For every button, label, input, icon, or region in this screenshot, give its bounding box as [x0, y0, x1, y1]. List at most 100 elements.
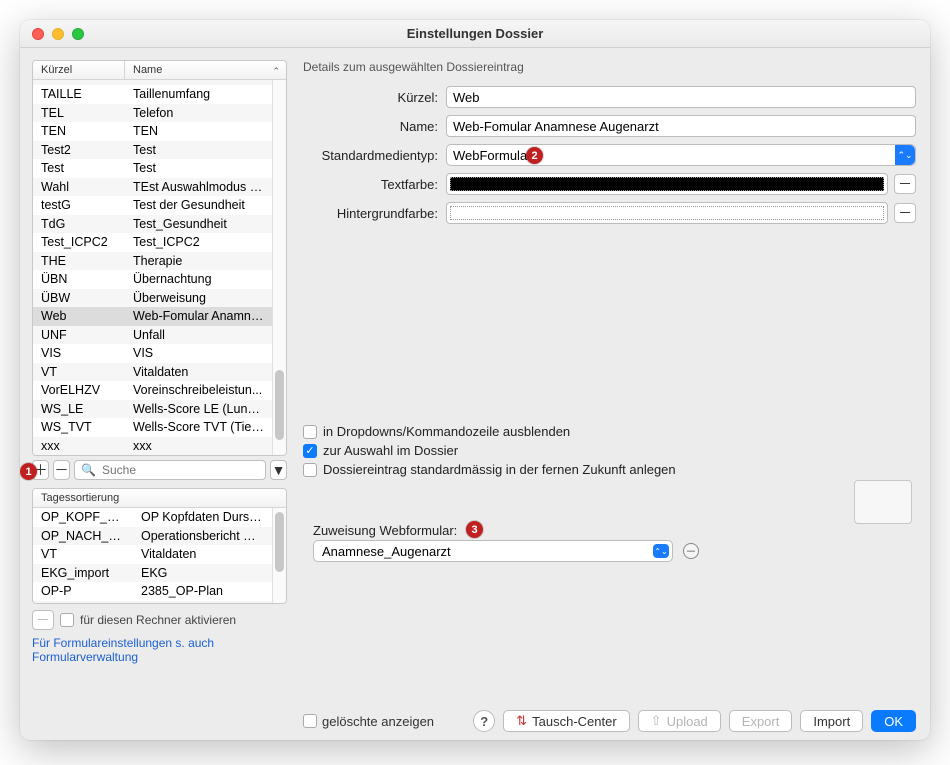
help-button[interactable]: ?: [473, 710, 495, 732]
input-name[interactable]: Web-Fomular Anamnese Augenarzt: [446, 115, 916, 137]
col-name[interactable]: Name ⌃: [125, 61, 286, 79]
scrollbar[interactable]: [272, 508, 286, 603]
cell-name: Voreinschreibeleistun...: [125, 381, 272, 400]
cell-name: Vitaldaten: [133, 545, 272, 564]
tausch-center-button[interactable]: ⇅ Tausch-Center: [503, 710, 629, 732]
cell-name: Wells-Score LE (Lung...: [125, 400, 272, 419]
table2-header[interactable]: Tagessortierung: [33, 489, 286, 508]
cell-name: Test_ICPC2: [125, 233, 272, 252]
table-header[interactable]: Kürzel Name ⌃: [33, 61, 286, 80]
zuweisung-remove-button[interactable]: －: [683, 543, 699, 559]
form-settings-link[interactable]: Für Formulareinstellungen s. auch Formul…: [32, 636, 287, 664]
import-button[interactable]: Import: [800, 710, 863, 732]
table-row[interactable]: TdGTest_Gesundheit: [33, 215, 272, 234]
table-row[interactable]: ÜBNÜbernachtung: [33, 270, 272, 289]
textcolor-clear-button[interactable]: －: [894, 174, 916, 194]
table-row[interactable]: Test2Test: [33, 141, 272, 160]
cell-name: Web-Fomular Anamne...: [125, 307, 272, 326]
table-row[interactable]: VISVIS: [33, 344, 272, 363]
cell-name: EKG: [133, 564, 272, 583]
table-row[interactable]: TELTelefon: [33, 104, 272, 123]
input-kuerzel[interactable]: Web: [446, 86, 916, 108]
cell-kuerzel: OPDokument...: [33, 601, 133, 604]
cell-kuerzel: testG: [33, 196, 125, 215]
table-row[interactable]: EKG_importEKG: [33, 564, 272, 583]
cell-name: Test: [125, 159, 272, 178]
cell-kuerzel: OP_KOPF_DU...: [33, 508, 133, 527]
cell-kuerzel: TdG: [33, 215, 125, 234]
table-row[interactable]: Test_ICPC2Test_ICPC2: [33, 233, 272, 252]
cell-name: Übernachtung: [125, 270, 272, 289]
cell-kuerzel: TAILLE: [33, 85, 125, 104]
col-kuerzel[interactable]: Kürzel: [33, 61, 125, 79]
cell-name: Test: [125, 141, 272, 160]
cell-kuerzel: VT: [33, 545, 133, 564]
table-row[interactable]: OP-P2385_OP-Plan: [33, 582, 272, 601]
table-row[interactable]: WebWeb-Fomular Anamne...: [33, 307, 272, 326]
table-row[interactable]: ÜBWÜberweisung: [33, 289, 272, 308]
hint-badge-3: 3: [466, 521, 483, 538]
checkbox-icon: ✓: [303, 444, 317, 458]
table-row[interactable]: VorELHZVVoreinschreibeleistun...: [33, 381, 272, 400]
search-field[interactable]: 🔍: [74, 460, 266, 480]
remove-sort-button[interactable]: －: [32, 610, 54, 630]
table-row[interactable]: OPDokument...OP_Dokumentation: [33, 601, 272, 604]
table-row[interactable]: xxxxxx: [33, 437, 272, 456]
cell-kuerzel: UNF: [33, 326, 125, 345]
filter-button[interactable]: ▼: [270, 460, 287, 480]
table-row[interactable]: TENTEN: [33, 122, 272, 141]
cell-kuerzel: Test_ICPC2: [33, 233, 125, 252]
window-title: Einstellungen Dossier: [20, 26, 930, 41]
search-icon: 🔍: [81, 463, 96, 477]
ok-button[interactable]: OK: [871, 710, 916, 732]
bgcolor-clear-button[interactable]: －: [894, 203, 916, 223]
upload-button[interactable]: ⇧ Upload: [638, 710, 721, 732]
activate-label: für diesen Rechner aktivieren: [80, 613, 236, 627]
table-row[interactable]: VTVitaldaten: [33, 363, 272, 382]
preview-thumbnail: [854, 480, 912, 524]
search-input[interactable]: [100, 462, 259, 478]
table-row[interactable]: WahlTEst Auswahlmodus C...: [33, 178, 272, 197]
table-row[interactable]: VTVitaldaten: [33, 545, 272, 564]
cell-kuerzel: xxx: [33, 437, 125, 456]
textcolor-well[interactable]: [446, 173, 888, 195]
cell-name: Vitaldaten: [125, 363, 272, 382]
cell-kuerzel: ÜBW: [33, 289, 125, 308]
check-hide-dropdown[interactable]: in Dropdowns/Kommandozeile ausblenden: [303, 424, 916, 439]
cell-kuerzel: OP-P: [33, 582, 133, 601]
select-medientyp[interactable]: WebFormular ⌃⌄: [446, 144, 916, 166]
cell-name: Test_Gesundheit: [125, 215, 272, 234]
bgcolor-well[interactable]: [446, 202, 888, 224]
cell-kuerzel: OP_NACH_D...: [33, 527, 133, 546]
label-kuerzel: Kürzel:: [303, 90, 438, 105]
settings-window: Einstellungen Dossier Kürzel Name ⌃ SUBS…: [20, 20, 930, 740]
check-dossier-select[interactable]: ✓ zur Auswahl im Dossier: [303, 443, 916, 458]
remove-button[interactable]: －: [53, 460, 70, 480]
table-row[interactable]: testGTest der Gesundheit: [33, 196, 272, 215]
table-row[interactable]: TAILLETaillenumfang: [33, 85, 272, 104]
cell-kuerzel: TEL: [33, 104, 125, 123]
table-row[interactable]: WS_TVTWells-Score TVT (Tief...: [33, 418, 272, 437]
cell-kuerzel: VIS: [33, 344, 125, 363]
label-hintergrund: Hintergrundfarbe:: [303, 206, 438, 221]
activate-checkbox[interactable]: [60, 613, 74, 627]
table-row[interactable]: UNFUnfall: [33, 326, 272, 345]
export-button[interactable]: Export: [729, 710, 793, 732]
chevron-updown-icon: ⌃⌄: [653, 544, 669, 558]
scrollbar[interactable]: [272, 80, 286, 455]
details-title: Details zum ausgewählten Dossiereintrag: [303, 60, 916, 74]
cell-name: VIS: [125, 344, 272, 363]
tagessortierung-table: Tagessortierung OP_KOPF_DU...OP Kopfdate…: [32, 488, 287, 604]
cell-name: 2385_OP-Plan: [133, 582, 272, 601]
table-row[interactable]: TestTest: [33, 159, 272, 178]
table-row[interactable]: WS_LEWells-Score LE (Lung...: [33, 400, 272, 419]
table-row[interactable]: THETherapie: [33, 252, 272, 271]
table-row[interactable]: OP_KOPF_DU...OP Kopfdaten Durst a...: [33, 508, 272, 527]
table-row[interactable]: OP_NACH_D...Operationsbericht Na...: [33, 527, 272, 546]
zuweisung-select[interactable]: Anamnese_Augenarzt ⌃⌄: [313, 540, 673, 562]
cell-name: Unfall: [125, 326, 272, 345]
cell-kuerzel: ÜBN: [33, 270, 125, 289]
show-deleted[interactable]: gelöschte anzeigen: [303, 714, 434, 729]
col-tagessortierung[interactable]: Tagessortierung: [33, 489, 286, 507]
check-future[interactable]: Dossiereintrag standardmässig in der fer…: [303, 462, 916, 477]
